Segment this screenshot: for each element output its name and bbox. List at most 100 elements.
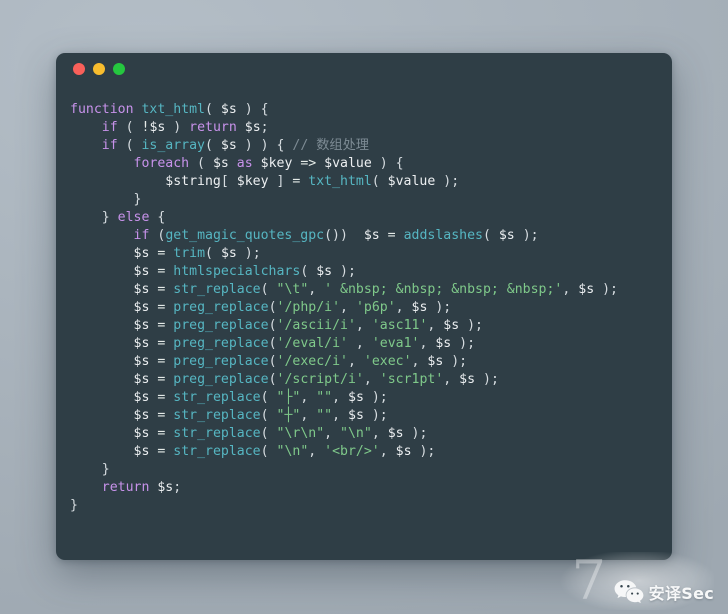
- code-token: if: [101, 138, 118, 153]
- code-token: ]: [268, 174, 293, 189]
- code-token: =>: [292, 156, 325, 171]
- code-token: $s: [443, 318, 460, 333]
- code-token: (: [260, 282, 277, 297]
- code-token: (: [205, 102, 221, 117]
- code-line: $s = trim( $s );: [70, 245, 672, 263]
- code-token: $s: [133, 354, 150, 369]
- code-token: txt_html: [308, 174, 372, 189]
- code-line: $s = preg_replace('/script/i', 'scr1pt',…: [70, 371, 672, 389]
- code-token: );: [363, 408, 388, 423]
- minimize-button[interactable]: [93, 63, 105, 75]
- code-line: }: [70, 191, 672, 209]
- code-editor-window: function txt_html( $s ) { if ( !$s ) ret…: [56, 53, 672, 560]
- code-token: $s: [435, 336, 452, 351]
- code-token: 'exec': [363, 354, 412, 369]
- code-token: );: [363, 390, 388, 405]
- code-token: ,: [300, 390, 317, 405]
- code-token: $s: [133, 264, 150, 279]
- code-token: (: [260, 426, 277, 441]
- code-token: "┼": [276, 408, 301, 423]
- code-token: '/script/i': [276, 372, 364, 387]
- code-token: (: [260, 390, 277, 405]
- code-token: $s: [411, 300, 428, 315]
- code-token: $s: [395, 444, 412, 459]
- code-token: $s: [133, 444, 150, 459]
- code-token: ) {: [371, 156, 404, 171]
- code-token: ,: [324, 426, 341, 441]
- code-token: $s: [220, 138, 237, 153]
- code-content[interactable]: function txt_html( $s ) { if ( !$s ) ret…: [56, 85, 672, 515]
- code-token: $s: [133, 282, 150, 297]
- code-line: foreach ( $s as $key => $value ) {: [70, 155, 672, 173]
- code-token: return: [189, 120, 237, 135]
- code-token: else: [117, 210, 150, 225]
- code-token: ,: [355, 318, 372, 333]
- code-token: ,: [395, 300, 412, 315]
- code-line: if ( !$s ) return $s;: [70, 119, 672, 137]
- code-token: );: [236, 246, 261, 261]
- code-token: }: [70, 498, 78, 513]
- code-line: $s = str_replace( "├", "", $s );: [70, 389, 672, 407]
- desktop-background: function txt_html( $s ) { if ( !$s ) ret…: [0, 0, 728, 614]
- code-line: } else {: [70, 209, 672, 227]
- window-titlebar: [56, 53, 672, 85]
- code-line: }: [70, 461, 672, 479]
- code-token: ) ) {: [236, 138, 293, 153]
- code-line: $s = preg_replace('/exec/i', 'exec', $s …: [70, 353, 672, 371]
- code-token: preg_replace: [173, 354, 269, 369]
- code-token: ()): [324, 228, 364, 243]
- code-line: }: [70, 497, 672, 515]
- code-token: ,: [411, 354, 428, 369]
- code-token: =: [387, 228, 396, 243]
- maximize-button[interactable]: [113, 63, 125, 75]
- watermark: 7 安译Sec: [546, 552, 714, 610]
- code-token: ,: [332, 408, 349, 423]
- code-token: (: [371, 174, 388, 189]
- code-token: (: [260, 444, 277, 459]
- code-token: (: [268, 336, 277, 351]
- code-line: $s = preg_replace('/eval/i' , 'eva1', $s…: [70, 335, 672, 353]
- code-token: ,: [347, 336, 372, 351]
- code-token: }: [70, 462, 110, 477]
- code-token: );: [451, 336, 476, 351]
- code-token: '/ascii/i': [276, 318, 356, 333]
- code-token: ,: [371, 426, 388, 441]
- code-token: str_replace: [173, 408, 261, 423]
- code-token: }: [70, 192, 142, 207]
- code-line: $s = str_replace( "\n", '<br/>', $s );: [70, 443, 672, 461]
- code-token: );: [411, 444, 436, 459]
- code-token: $s: [133, 318, 150, 333]
- code-line: $s = str_replace( "\t", ' &nbsp; &nbsp; …: [70, 281, 672, 299]
- close-button[interactable]: [73, 63, 85, 75]
- code-token: preg_replace: [173, 372, 269, 387]
- code-token: (: [117, 120, 142, 135]
- code-token: $s: [220, 102, 237, 117]
- code-token: );: [443, 354, 468, 369]
- code-token: // 数组处理: [292, 138, 369, 153]
- code-token: ;: [173, 480, 182, 495]
- code-token: (: [268, 372, 277, 387]
- code-token: "\r\n": [276, 426, 325, 441]
- code-token: ) {: [236, 102, 269, 117]
- code-token: ,: [379, 444, 396, 459]
- code-line: $s = htmlspecialchars( $s );: [70, 263, 672, 281]
- code-token: '<br/>': [324, 444, 380, 459]
- code-token: $key: [260, 156, 293, 171]
- code-token: ,: [419, 336, 436, 351]
- code-token: $s: [133, 390, 150, 405]
